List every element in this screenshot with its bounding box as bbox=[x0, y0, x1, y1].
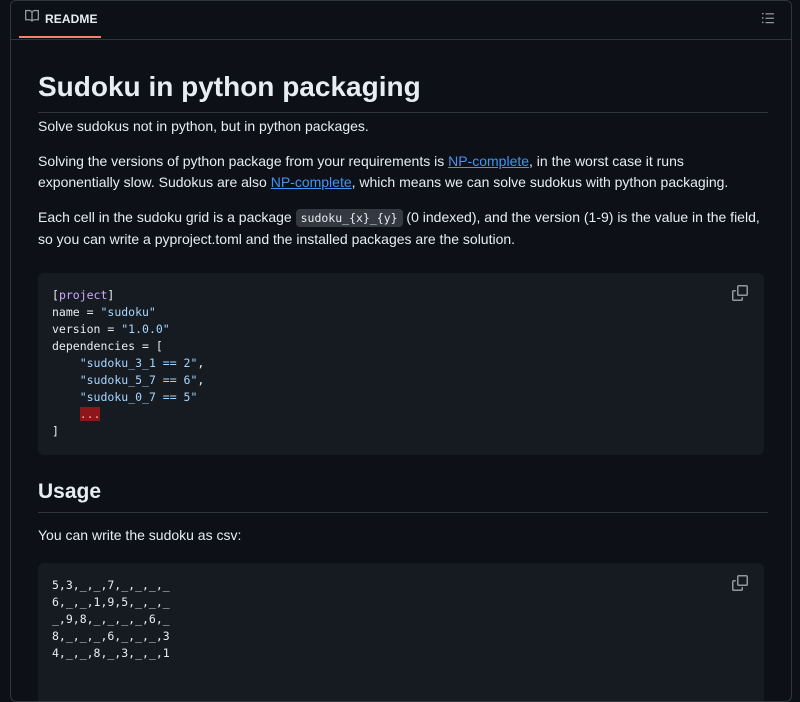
text-span: Each cell in the sudoku grid is a packag… bbox=[38, 209, 296, 225]
readme-tab[interactable]: README bbox=[19, 1, 101, 38]
code-lines: [project] name = "sudoku" version = "1.0.0… bbox=[52, 287, 750, 440]
copy-button[interactable] bbox=[732, 575, 750, 593]
code-line: ] bbox=[52, 423, 750, 440]
code-line: version = "1.0.0" bbox=[52, 321, 750, 338]
text-span: Solving the versions of python package f… bbox=[38, 153, 449, 169]
code-line: dependencies = [ bbox=[52, 338, 750, 355]
code-line: [project] bbox=[52, 287, 750, 304]
usage-paragraph: You can write the sudoku as csv: bbox=[38, 527, 242, 543]
code-token: dependencies = [ bbox=[52, 339, 163, 353]
pyproject-code-block: [project] name = "sudoku" version = "1.0.0… bbox=[38, 273, 764, 455]
code-token: ... bbox=[79, 407, 101, 421]
page-title: Sudoku in python packaging bbox=[38, 72, 768, 113]
copy-icon bbox=[732, 285, 748, 304]
code-token: project bbox=[58, 288, 108, 302]
np-complete-link[interactable]: NP-complete bbox=[448, 153, 529, 169]
csv-code-block: 5,3,_,_,7,_,_,_,_ 6,_,_,1,9,5,_,_,_ _,9,8,… bbox=[38, 563, 764, 701]
readme-header: README bbox=[11, 1, 791, 40]
readme-tab-label: README bbox=[45, 11, 98, 26]
inline-code: sudoku_{x}_{y} bbox=[295, 209, 403, 227]
readme-viewer: README Sudoku in python packaging Solve … bbox=[0, 0, 800, 702]
usage-heading: Usage bbox=[38, 480, 768, 513]
code-line: 6,_,_,1,9,5,_,_,_ bbox=[52, 595, 170, 609]
readme-panel: README Sudoku in python packaging Solve … bbox=[10, 0, 792, 702]
code-line: _,9,8,_,_,_,_,6,_ bbox=[52, 612, 170, 626]
code-token: [ bbox=[52, 288, 59, 302]
cell-package-paragraph: Each cell in the sudoku grid is a packag… bbox=[38, 207, 768, 250]
code-line: "sudoku_5_7 == 6", bbox=[52, 372, 750, 389]
code-line: name = "sudoku" bbox=[52, 304, 750, 321]
complexity-paragraph: Solving the versions of python package f… bbox=[38, 151, 768, 193]
code-line: "sudoku_3_1 == 2", bbox=[52, 355, 750, 372]
table-of-contents-button[interactable] bbox=[757, 9, 779, 31]
code-token: "sudoku_0_7 == 5" bbox=[79, 390, 198, 404]
code-line: ... bbox=[52, 406, 750, 423]
code-token: "1.0.0" bbox=[121, 322, 170, 336]
code-line: "sudoku_0_7 == 5" bbox=[52, 389, 750, 406]
code-token: "sudoku" bbox=[100, 305, 156, 319]
code-token: ] bbox=[107, 288, 115, 302]
intro-paragraph: Solve sudokus not in python, but in pyth… bbox=[38, 118, 369, 134]
code-token: "sudoku_3_1 == 2" bbox=[79, 356, 198, 370]
code-line: 5,3,_,_,7,_,_,_,_ bbox=[52, 578, 170, 592]
list-unordered-icon bbox=[761, 11, 775, 30]
copy-button[interactable] bbox=[732, 285, 750, 303]
code-token: , bbox=[197, 373, 205, 387]
code-token: name = bbox=[52, 305, 101, 319]
code-token: ] bbox=[52, 424, 59, 438]
code-token: , bbox=[197, 356, 205, 370]
code-line: 8,_,_,_,6,_,_,_,3 bbox=[52, 629, 170, 643]
code-lines: 5,3,_,_,7,_,_,_,_ 6,_,_,1,9,5,_,_,_ _,9,8,… bbox=[52, 577, 750, 662]
code-line: 4,_,_,8,_,3,_,_,1 bbox=[52, 646, 170, 660]
np-complete-link[interactable]: NP-complete bbox=[271, 174, 352, 190]
text-span: , which means we can solve sudokus with … bbox=[351, 174, 729, 190]
book-icon bbox=[25, 9, 40, 28]
copy-icon bbox=[732, 575, 748, 594]
code-token: "sudoku_5_7 == 6" bbox=[79, 373, 198, 387]
code-token: version = bbox=[52, 322, 122, 336]
